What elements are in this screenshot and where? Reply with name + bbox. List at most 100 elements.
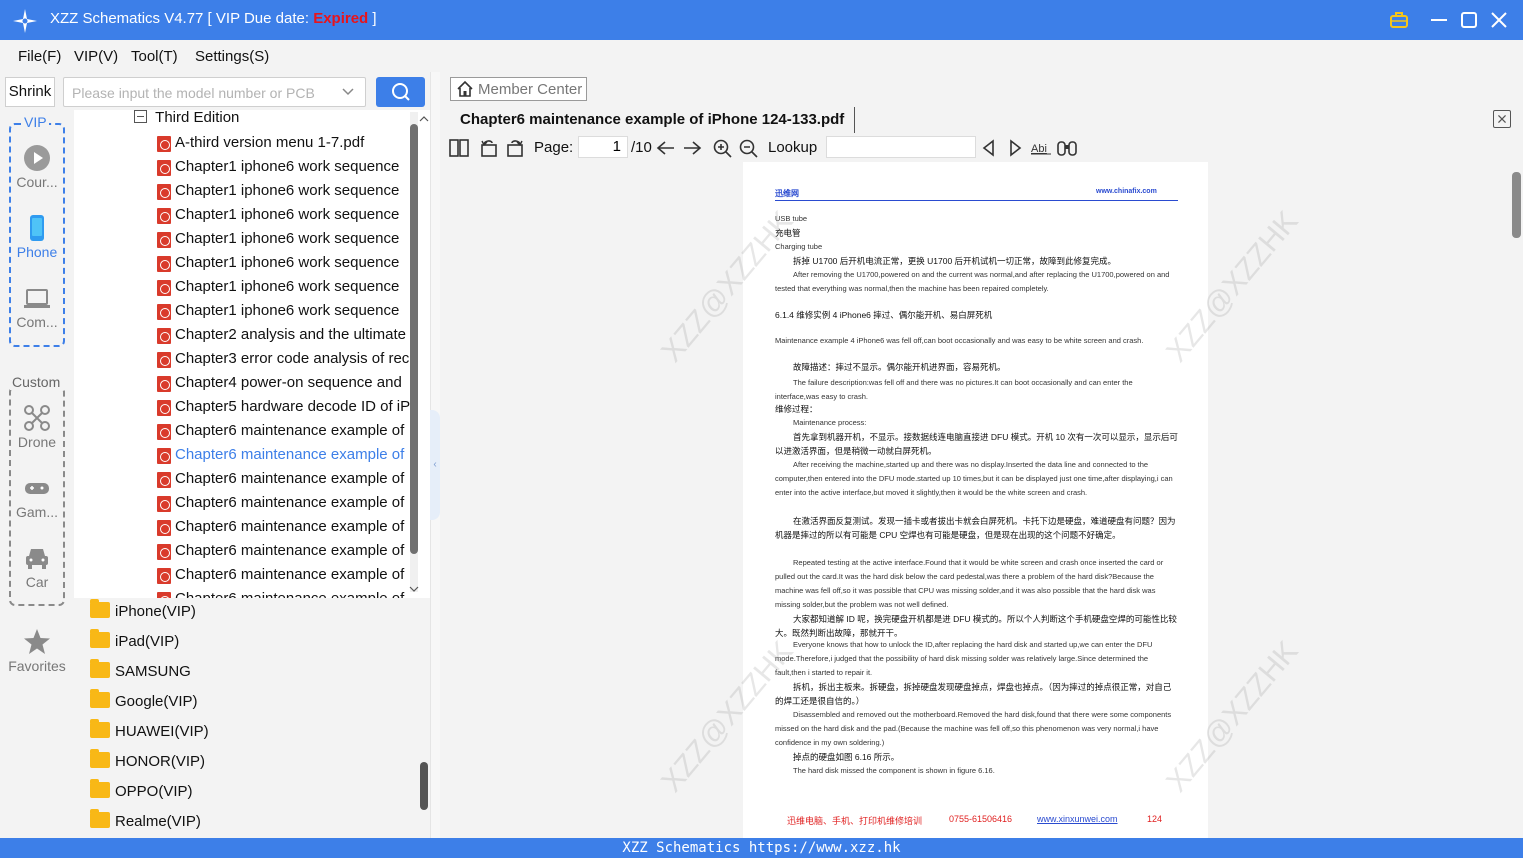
rotate-left-icon[interactable] (478, 138, 500, 158)
tree-file-item[interactable]: Chapter1 iphone6 work sequence (74, 181, 410, 205)
page-total: /10 (631, 139, 652, 156)
find-next-icon[interactable] (1004, 138, 1026, 158)
menu-file[interactable]: File(F) (18, 48, 61, 65)
model-search-combobox[interactable] (63, 77, 366, 107)
pdf-text-line: 拆机，拆出主板来。拆硬盘，拆掉硬盘发现硬盘掉点，焊盘也掉点。（因为摔过的掉点很正… (775, 682, 1172, 706)
window-title: XZZ Schematics V4.77 [ VIP Due date: Exp… (50, 10, 377, 27)
pdf-footer-url[interactable]: www.xinxunwei.com (1037, 814, 1118, 824)
tree-file-label: Chapter1 iphone6 work sequence (175, 158, 400, 175)
maximize-icon[interactable] (1457, 8, 1481, 32)
shrink-button[interactable]: Shrink (5, 77, 55, 107)
pdf-file-icon (157, 448, 171, 464)
menu-tool[interactable]: Tool(T) (131, 48, 178, 65)
tree-file-label: Chapter6 maintenance example of (175, 518, 405, 535)
collapse-icon[interactable] (134, 110, 147, 123)
tree-scrollbar-thumb[interactable] (410, 124, 418, 554)
tree-file-item[interactable]: Chapter1 iphone6 work sequence (74, 157, 410, 181)
minimize-icon[interactable] (1427, 8, 1451, 32)
folder-item[interactable]: iPad(VIP) (90, 629, 179, 656)
zoom-in-icon[interactable] (712, 138, 734, 158)
nav-phone[interactable]: Phone (0, 214, 74, 260)
folder-icon (90, 719, 110, 738)
title-prefix: XZZ Schematics V4.77 [ VIP Due date: (50, 10, 314, 27)
tree-file-item[interactable]: Chapter5 hardware decode ID of iP (74, 397, 410, 421)
scroll-up-icon[interactable] (418, 114, 430, 124)
pdf-page-number: 124 (1147, 814, 1163, 824)
folder-item[interactable]: HONOR(VIP) (90, 749, 205, 776)
tree-file-label: Chapter4 power-on sequence and (175, 374, 402, 391)
pdf-text-line: 维修过程： (775, 404, 818, 414)
menu-bar: File(F) VIP(V) Tool(T) Settings(S) (0, 40, 1523, 72)
nav-car[interactable]: Car (0, 544, 74, 590)
folder-label: HUAWEI(VIP) (115, 723, 209, 740)
tree-file-item[interactable]: A-third version menu 1-7.pdf (74, 133, 410, 157)
tree-file-item[interactable]: Chapter1 iphone6 work sequence (74, 277, 410, 301)
tree-file-label: Chapter6 maintenance example of (175, 446, 405, 463)
pdf-text-line: 充电管 (775, 228, 801, 238)
nav-computer-label: Com... (16, 314, 58, 330)
rotate-right-icon[interactable] (504, 138, 526, 158)
next-arrow-icon[interactable] (681, 138, 703, 158)
nav-favorites[interactable]: Favorites (0, 628, 74, 674)
close-document-icon[interactable] (1493, 110, 1511, 128)
page-number-input[interactable]: 1 (578, 136, 628, 158)
tree-file-item[interactable]: Chapter6 maintenance example of (74, 421, 410, 445)
search-button[interactable] (376, 77, 425, 107)
collapse-sidebar-handle[interactable]: ‹ (430, 410, 440, 520)
pdf-page[interactable]: 迅维网 www.chinafix.com USB tube 充电管 Charging… (743, 162, 1208, 838)
viewer-scrollbar-track[interactable] (1511, 162, 1523, 838)
tree-file-label: Chapter1 iphone6 work sequence (175, 278, 400, 295)
folder-item[interactable]: Realme(VIP) (90, 809, 201, 836)
pdf-text-line: Disassembled and removed out the motherb… (775, 710, 1172, 747)
tree-file-item[interactable]: Chapter6 maintenance example of (74, 517, 410, 541)
folder-item[interactable]: iPhone(VIP) (90, 599, 196, 626)
menu-settings[interactable]: Settings(S) (195, 48, 269, 65)
tree-file-item[interactable]: Chapter1 iphone6 work sequence (74, 229, 410, 253)
zoom-out-icon[interactable] (738, 138, 760, 158)
find-previous-icon[interactable] (978, 138, 1000, 158)
lookup-input[interactable] (826, 136, 976, 158)
scroll-down-icon[interactable] (408, 584, 420, 594)
close-icon[interactable] (1487, 8, 1511, 32)
folder-item[interactable]: OPPO(VIP) (90, 779, 193, 806)
nav-drone[interactable]: Drone (0, 404, 74, 450)
pdf-file-icon (157, 304, 171, 320)
tree-file-item[interactable]: Chapter3 error code analysis of rec (74, 349, 410, 373)
previous-arrow-icon[interactable] (655, 138, 677, 158)
chevron-down-icon[interactable] (341, 85, 355, 99)
tree-file-item[interactable]: Chapter1 iphone6 work sequence (74, 205, 410, 229)
tree-section-label: Third Edition (155, 110, 240, 126)
document-tab[interactable]: Chapter6 maintenance example of iPhone 1… (450, 107, 856, 133)
briefcase-icon[interactable] (1387, 8, 1411, 32)
laptop-icon (24, 289, 50, 308)
nav-computer[interactable]: Com... (0, 284, 74, 330)
pdf-text-line: The hard disk missed the component is sh… (793, 766, 995, 775)
tree-file-item[interactable]: Chapter6 maintenance example of (74, 445, 410, 469)
tree-file-item[interactable]: Chapter6 maintenance example of (74, 589, 410, 598)
menu-vip[interactable]: VIP(V) (74, 48, 118, 65)
folder-icon (90, 689, 110, 708)
tree-file-item[interactable]: Chapter6 maintenance example of (74, 565, 410, 589)
vip-status-expired: Expired (313, 10, 369, 27)
tree-file-item[interactable]: Chapter1 iphone6 work sequence (74, 253, 410, 277)
tree-file-item[interactable]: Chapter1 iphone6 work sequence (74, 301, 410, 325)
folder-scrollbar-thumb[interactable] (420, 762, 428, 810)
nav-course[interactable]: Cour... (0, 144, 74, 190)
tree-file-item[interactable]: Chapter6 maintenance example of (74, 469, 410, 493)
binoculars-icon[interactable] (1056, 138, 1078, 158)
two-page-view-icon[interactable] (448, 138, 470, 158)
tree-file-item[interactable]: Chapter4 power-on sequence and (74, 373, 410, 397)
match-case-icon[interactable]: Abi (1030, 138, 1052, 158)
tree-file-item[interactable]: Chapter6 maintenance example of (74, 493, 410, 517)
tree-file-label: Chapter6 maintenance example of (175, 470, 405, 487)
tree-section-third-edition[interactable]: Third Edition (134, 110, 239, 133)
nav-game[interactable]: Gam... (0, 474, 74, 520)
folder-item[interactable]: Google(VIP) (90, 689, 198, 716)
tree-file-item[interactable]: Chapter2 analysis and the ultimate (74, 325, 410, 349)
folder-item[interactable]: HUAWEI(VIP) (90, 719, 209, 746)
member-center-button[interactable]: Member Center (450, 77, 587, 101)
viewer-scrollbar-thumb[interactable] (1512, 172, 1521, 238)
folder-item[interactable]: SAMSUNG (90, 659, 191, 686)
model-search-input[interactable] (72, 83, 337, 103)
tree-file-item[interactable]: Chapter6 maintenance example of (74, 541, 410, 565)
